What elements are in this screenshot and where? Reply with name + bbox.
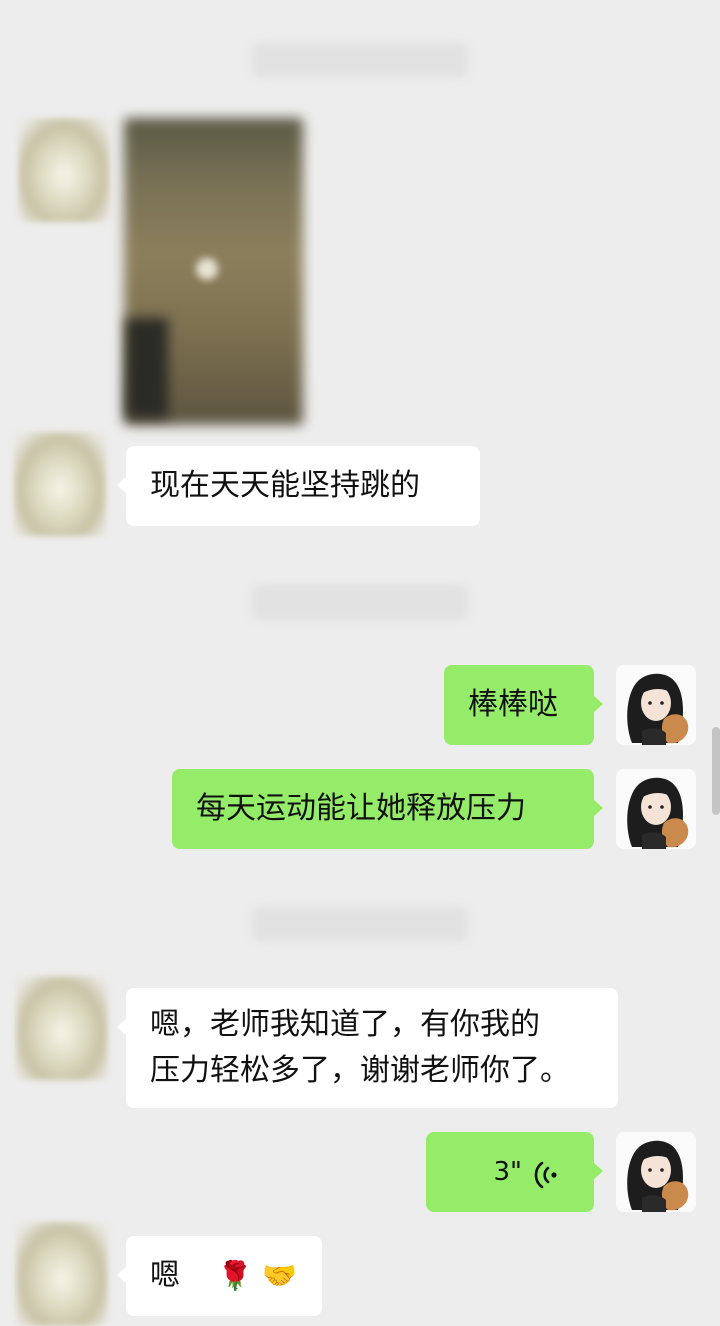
self-avatar[interactable]	[616, 665, 696, 745]
girl-with-cat-icon	[616, 769, 696, 849]
girl-with-cat-icon	[616, 1132, 696, 1212]
other-avatar[interactable]	[18, 118, 110, 222]
message-bubble-sent[interactable]: 每天运动能让她释放压力	[172, 769, 603, 849]
self-avatar[interactable]	[616, 1132, 696, 1212]
image-message-detail	[126, 318, 168, 418]
other-avatar[interactable]	[14, 432, 106, 536]
rose-emoji-icon: 🌹	[217, 1259, 253, 1292]
message-text: 现在天天能坚持跳的	[150, 468, 420, 503]
message-bubble-received[interactable]: 嗯，老师我知道了，有你我的 压力轻松多了，谢谢老师你了。	[117, 988, 618, 1108]
timestamp-blurred	[252, 906, 468, 942]
other-avatar[interactable]	[16, 1222, 108, 1326]
message-text: 每天运动能让她释放压力	[196, 791, 526, 826]
message-text: 棒棒哒	[468, 687, 558, 722]
message-text-line: 嗯，老师我知道了，有你我的	[150, 1007, 540, 1042]
voice-message-bubble[interactable]: 3"	[426, 1132, 603, 1212]
image-message-detail	[196, 258, 218, 280]
girl-with-cat-icon	[616, 665, 696, 745]
message-bubble-received[interactable]: 嗯 🌹 🤝	[117, 1236, 322, 1316]
other-avatar[interactable]	[16, 976, 108, 1080]
timestamp-blurred	[252, 42, 468, 78]
message-bubble-received[interactable]: 现在天天能坚持跳的	[117, 446, 480, 526]
message-text: 嗯	[150, 1258, 180, 1293]
voice-duration: 3"	[493, 1157, 522, 1187]
message-text-line: 压力轻松多了，谢谢老师你了。	[150, 1053, 570, 1088]
voice-wave-icon	[534, 1161, 557, 1189]
message-bubble-sent[interactable]: 棒棒哒	[444, 665, 603, 745]
self-avatar[interactable]	[616, 769, 696, 849]
handshake-emoji-icon: 🤝	[261, 1259, 297, 1292]
timestamp-blurred	[252, 584, 468, 620]
scrollbar[interactable]	[712, 727, 720, 815]
